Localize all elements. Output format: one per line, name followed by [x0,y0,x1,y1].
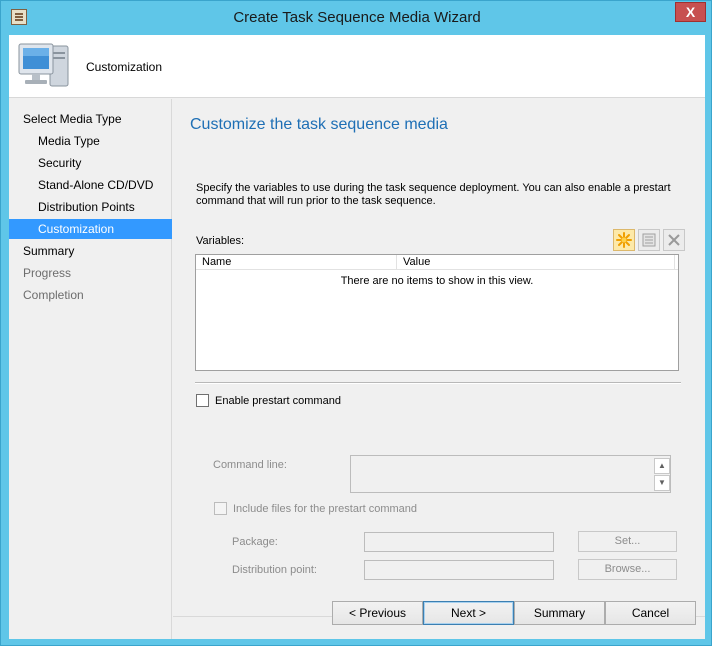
wizard-page-content: Customize the task sequence media Specif… [173,99,705,639]
variables-grid[interactable]: Name Value There are no items to show in… [195,254,679,371]
nav-item-progress: Progress [23,266,72,280]
variables-label: Variables: [196,235,245,247]
grid-empty-message: There are no items to show in this view. [340,275,534,287]
delete-variable-button[interactable] [663,229,685,251]
wizard-client-area: Customization Select Media Type Media Ty… [9,35,705,639]
nav-item-summary[interactable]: Summary [9,241,172,261]
scroll-up-icon[interactable]: ▲ [654,458,670,474]
distribution-point-field[interactable] [364,560,554,580]
set-button[interactable]: Set... [578,531,677,552]
include-files-label: Include files for the prestart command [233,503,418,515]
nav-item-security[interactable]: Security [9,153,172,173]
computer-icon [18,43,69,87]
page-title: Customize the task sequence media [190,116,448,133]
command-line-field[interactable]: ▲ ▼ [350,455,671,493]
scroll-down-icon[interactable]: ▼ [654,475,670,491]
enable-prestart-checkbox[interactable] [196,394,209,407]
nav-item-stand-alone-cd-dvd[interactable]: Stand-Alone CD/DVD [9,175,172,195]
command-line-label: Command line: [213,459,287,471]
include-files-checkbox[interactable] [214,502,227,515]
page-description: Specify the variables to use during the … [196,182,671,207]
next-button[interactable]: Next > [423,601,514,625]
package-label: Package: [232,536,278,548]
delete-x-icon [668,234,680,246]
header-step-title: Customization [86,60,163,74]
wizard-header: Customization [9,35,705,98]
cancel-button[interactable]: Cancel [605,601,696,625]
nav-item-distribution-points[interactable]: Distribution Points [9,197,172,217]
previous-button[interactable]: < Previous [332,601,423,625]
column-header-name[interactable]: Name [196,255,397,270]
grid-header: Name Value [196,255,678,270]
step-navigation: Select Media Type Media Type Security St… [9,99,172,639]
new-star-icon [616,232,632,248]
distribution-point-label: Distribution point: [232,564,317,576]
title-bar[interactable]: Create Task Sequence Media Wizard X [1,1,711,35]
summary-button[interactable]: Summary [514,601,605,625]
nav-item-completion: Completion [23,288,84,302]
enable-prestart-label[interactable]: Enable prestart command [215,395,341,407]
nav-item-customization[interactable]: Customization [9,219,172,239]
properties-icon [642,233,656,247]
section-divider [195,382,681,384]
nav-item-media-type[interactable]: Media Type [9,131,172,151]
wizard-window: Create Task Sequence Media Wizard X Cust… [0,0,712,646]
close-button[interactable]: X [675,2,706,22]
browse-button[interactable]: Browse... [578,559,677,580]
window-title: Create Task Sequence Media Wizard [233,9,481,26]
nav-item-select-media-type[interactable]: Select Media Type [9,109,172,129]
new-variable-button[interactable] [613,229,635,251]
column-header-value[interactable]: Value [397,255,675,270]
package-field[interactable] [364,532,554,552]
variable-properties-button[interactable] [638,229,660,251]
